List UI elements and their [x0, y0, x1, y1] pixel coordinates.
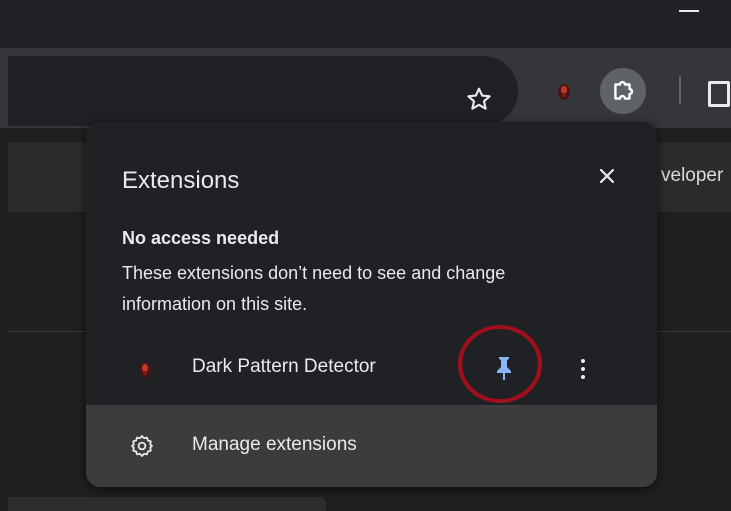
- address-bar[interactable]: [8, 56, 518, 126]
- extension-name: Dark Pattern Detector: [192, 356, 376, 377]
- extensions-popup: Extensions No access needed These extens…: [86, 122, 657, 487]
- page-link-text[interactable]: veloper: [661, 165, 723, 187]
- dark-pattern-detector-icon: [139, 362, 151, 378]
- close-icon: [599, 168, 615, 184]
- section-heading: No access needed: [122, 228, 280, 248]
- pin-icon: [497, 357, 511, 380]
- side-panel-icon[interactable]: [708, 81, 730, 107]
- more-options-button[interactable]: [572, 351, 594, 387]
- popup-title: Extensions: [122, 167, 240, 194]
- dark-pattern-detector-icon[interactable]: [555, 81, 573, 101]
- manage-extensions-button[interactable]: Manage extensions: [86, 406, 657, 487]
- pin-button[interactable]: [481, 346, 527, 392]
- gear-icon: [131, 435, 153, 457]
- title-bar: [0, 0, 731, 48]
- toolbar-divider: [679, 76, 681, 104]
- section-description: These extensions don’t need to see and c…: [122, 263, 506, 314]
- close-button[interactable]: [589, 158, 625, 194]
- extension-row[interactable]: Dark Pattern Detector: [86, 325, 657, 404]
- minimize-icon[interactable]: [679, 10, 699, 12]
- star-icon[interactable]: [466, 86, 492, 112]
- manage-extensions-label: Manage extensions: [192, 434, 357, 455]
- more-options-icon: [581, 359, 585, 363]
- toolbar: [0, 48, 731, 128]
- puzzle-icon: [614, 80, 634, 100]
- extensions-button[interactable]: [600, 68, 646, 114]
